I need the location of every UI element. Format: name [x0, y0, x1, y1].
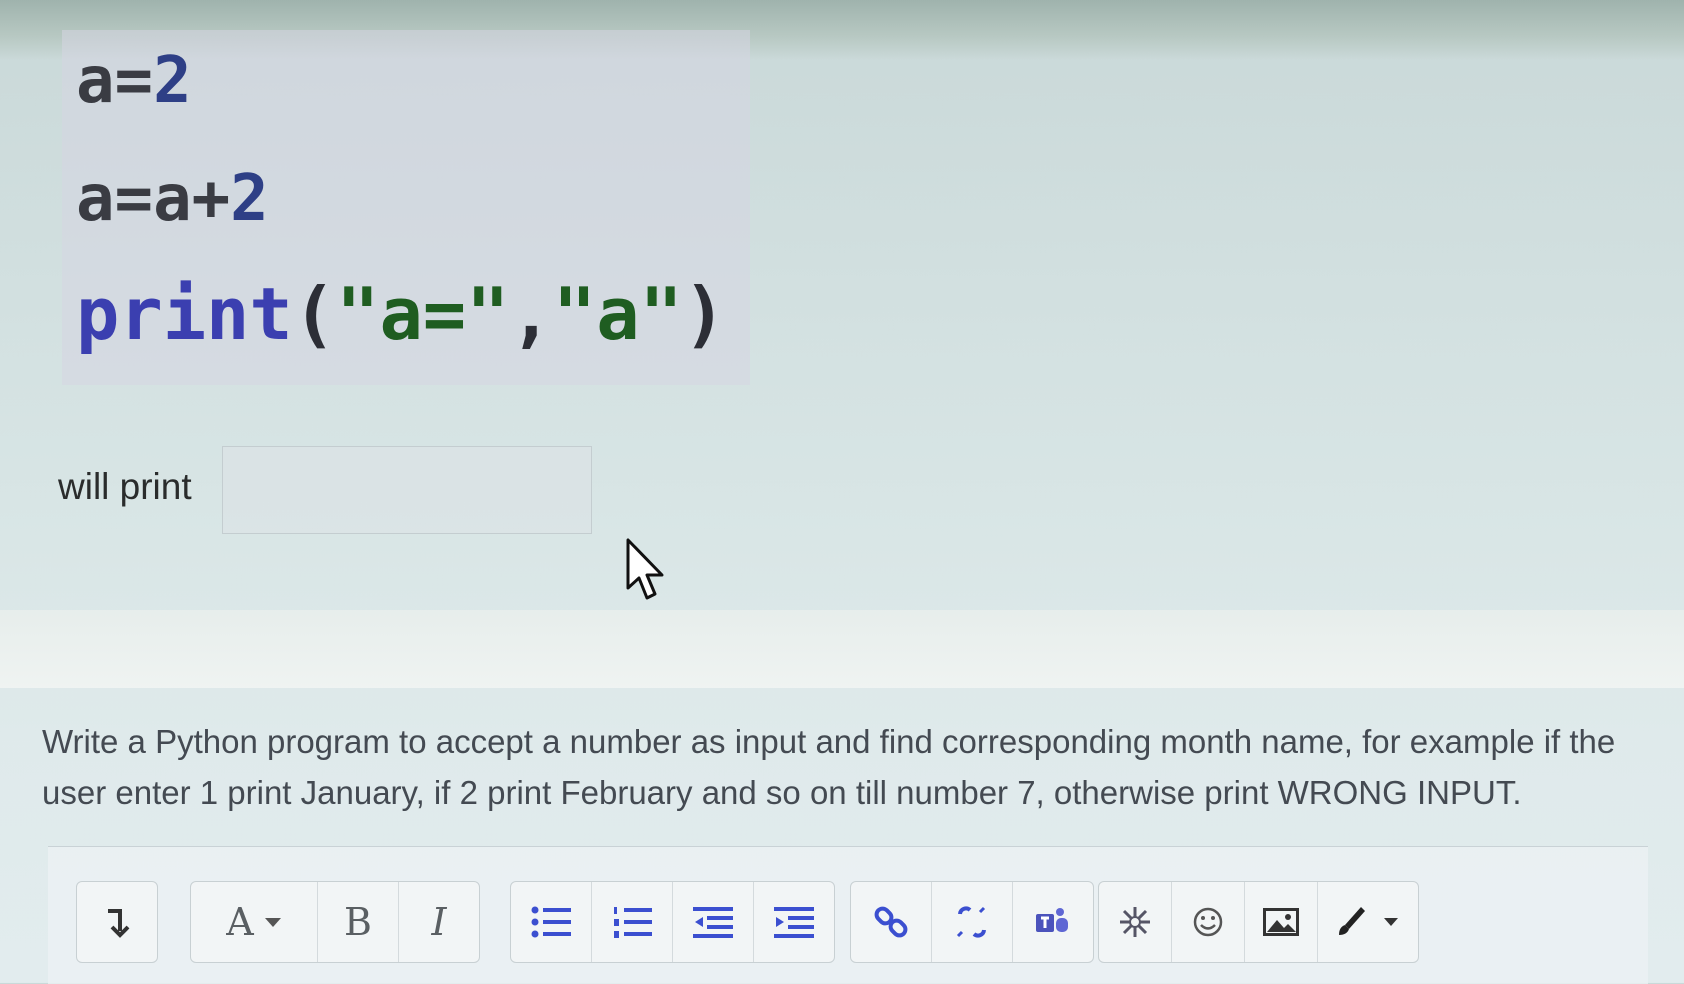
collapse-button[interactable] — [77, 882, 157, 962]
indent-icon — [774, 907, 814, 938]
italic-button[interactable]: I — [399, 882, 479, 962]
code-comma: , — [509, 272, 553, 356]
unlink-button[interactable] — [932, 882, 1013, 962]
code-line-2: a=a+2 — [76, 162, 269, 236]
toolbar-group-insert — [1098, 881, 1419, 963]
italic-icon: I — [431, 900, 447, 944]
mouse-cursor-icon — [626, 538, 664, 600]
code-token: a= — [76, 44, 154, 118]
image-icon — [1263, 908, 1299, 936]
code-paren: ) — [682, 272, 727, 356]
bold-icon: B — [344, 900, 372, 944]
code-string: "a" — [552, 272, 683, 356]
code-line-3: print("a=","a") — [76, 272, 726, 356]
code-keyword: print — [76, 272, 293, 356]
chevron-down-icon — [1384, 918, 1398, 926]
outdent-icon — [693, 907, 733, 938]
bold-button[interactable]: B — [318, 882, 399, 962]
teams-icon — [1036, 908, 1068, 932]
ordered-list-icon — [614, 907, 652, 938]
editor-toolbar: A B I — [48, 846, 1648, 984]
question-text: Write a Python program to accept a numbe… — [42, 723, 1616, 811]
indent-button[interactable] — [754, 882, 834, 962]
font-color-button[interactable]: A — [191, 882, 318, 962]
link-button[interactable] — [851, 882, 932, 962]
code-number: 2 — [153, 44, 192, 118]
collapse-icon — [108, 909, 130, 938]
section-divider — [0, 610, 1684, 688]
code-line-1: a=2 — [76, 44, 192, 118]
outdent-button[interactable] — [673, 882, 754, 962]
emoji-icon — [1193, 907, 1223, 937]
code-token: a=a+ — [76, 162, 231, 236]
toolbar-group-lists — [510, 881, 835, 963]
code-string: "a=" — [336, 272, 510, 356]
brush-icon — [1339, 907, 1365, 935]
toolbar-group-links — [850, 881, 1094, 963]
answer-input[interactable] — [222, 446, 592, 534]
special-character-button[interactable] — [1099, 882, 1172, 962]
chevron-down-icon — [264, 918, 281, 927]
unlink-icon — [956, 906, 986, 938]
toolbar-group-format: A B I — [190, 881, 480, 963]
answer-label: will print — [58, 466, 192, 507]
font-color-icon: A — [226, 900, 254, 944]
special-character-icon — [1120, 907, 1150, 937]
brush-button[interactable] — [1318, 882, 1418, 962]
teams-button[interactable] — [1013, 882, 1093, 962]
ordered-list-button[interactable] — [592, 882, 673, 962]
unordered-list-icon — [531, 906, 571, 938]
link-icon — [874, 906, 908, 938]
toolbar-group-collapse — [76, 881, 158, 963]
code-paren: ( — [292, 272, 337, 356]
code-number: 2 — [230, 162, 269, 236]
image-button[interactable] — [1245, 882, 1318, 962]
unordered-list-button[interactable] — [511, 882, 592, 962]
emoji-button[interactable] — [1172, 882, 1245, 962]
